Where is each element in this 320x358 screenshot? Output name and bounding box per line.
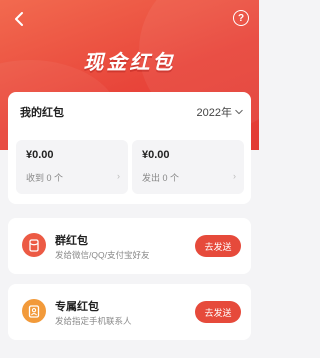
sent-amount: ¥0.00 xyxy=(142,149,170,161)
help-glyph: ? xyxy=(237,12,245,24)
contact-packet-send-button[interactable]: 去发送 xyxy=(195,301,241,323)
contact-packet-subtitle: 发给指定手机联系人 xyxy=(55,316,132,326)
sent-stat[interactable]: ¥0.00 发出 0 个 › xyxy=(132,140,244,194)
year-label: 2022年 xyxy=(196,107,232,119)
contact-packet-card: 专属红包 发给指定手机联系人 去发送 xyxy=(8,284,251,340)
contact-packet-title: 专属红包 xyxy=(55,301,99,313)
received-amount: ¥0.00 xyxy=(26,149,54,161)
help-icon[interactable]: ? xyxy=(233,10,249,26)
back-arrow-icon[interactable] xyxy=(10,10,28,28)
my-packets-card: 我的红包 2022年 ¥0.00 收到 0 个 › ¥0.00 发出 0 个 › xyxy=(8,92,251,204)
contact-packet-icon xyxy=(22,299,46,323)
chevron-right-icon: › xyxy=(117,171,120,181)
received-stat[interactable]: ¥0.00 收到 0 个 › xyxy=(16,140,128,194)
page-title: 现金红包 xyxy=(83,52,176,74)
year-selector[interactable]: 2022年 xyxy=(197,104,243,120)
chevron-down-icon xyxy=(235,109,243,115)
received-count: 收到 0 个 xyxy=(26,173,64,183)
group-packet-card: 群红包 发给微信/QQ/支付宝好友 去发送 xyxy=(8,218,251,274)
my-packets-title: 我的红包 xyxy=(20,107,64,119)
group-packet-title: 群红包 xyxy=(55,235,88,247)
group-packet-subtitle: 发给微信/QQ/支付宝好友 xyxy=(55,250,150,260)
chevron-right-icon: › xyxy=(233,171,236,181)
my-packets-header: 我的红包 2022年 xyxy=(20,104,243,120)
group-packet-send-button[interactable]: 去发送 xyxy=(195,235,241,257)
group-packet-icon xyxy=(22,233,46,257)
sent-count: 发出 0 个 xyxy=(142,173,180,183)
